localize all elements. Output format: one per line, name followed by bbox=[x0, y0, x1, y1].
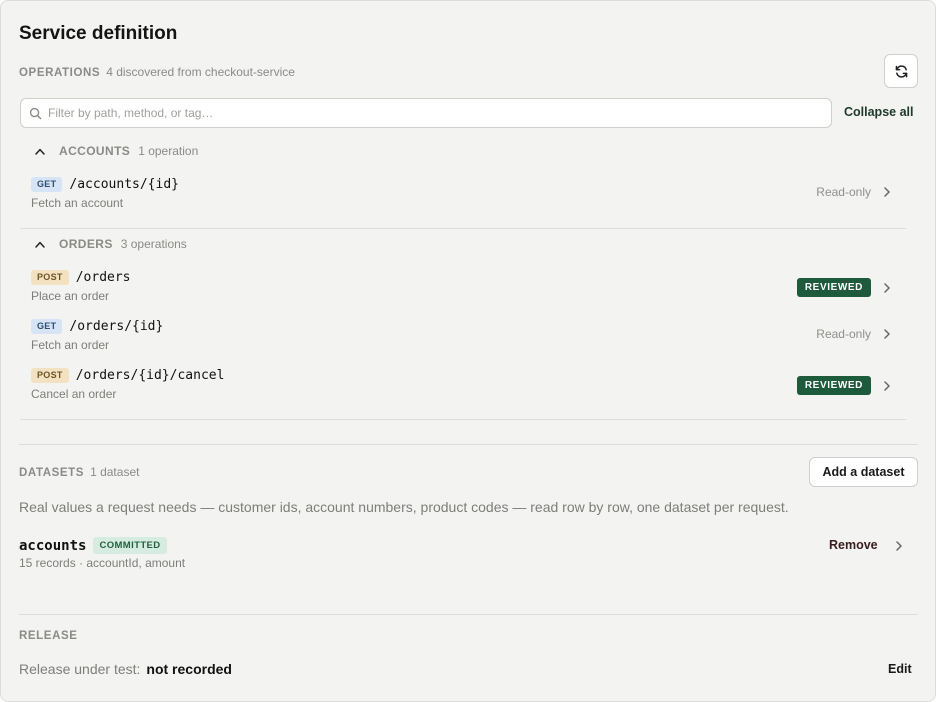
status-readonly: Read-only bbox=[816, 327, 871, 341]
chevron-right-icon[interactable] bbox=[883, 282, 891, 293]
datasets-header: DATASETS 1 dataset bbox=[19, 465, 139, 479]
chevron-right-icon[interactable] bbox=[895, 541, 903, 551]
operation-row[interactable]: GET /accounts/{id} Fetch an account Read… bbox=[31, 177, 901, 221]
chevron-right-icon[interactable] bbox=[883, 329, 891, 339]
group-name: ACCOUNTS bbox=[59, 144, 131, 158]
refresh-icon bbox=[895, 64, 907, 78]
search-icon bbox=[29, 107, 42, 119]
edit-release-button[interactable]: Edit bbox=[888, 662, 912, 676]
release-value: not recorded bbox=[146, 661, 232, 677]
method-badge: POST bbox=[31, 368, 69, 383]
datasets-description: Real values a request needs — customer i… bbox=[19, 499, 789, 515]
method-badge: POST bbox=[31, 270, 69, 285]
method-badge: GET bbox=[31, 177, 63, 192]
group-divider bbox=[20, 228, 906, 229]
refresh-button[interactable] bbox=[884, 54, 918, 88]
dataset-name: accounts bbox=[19, 537, 87, 554]
operations-meta: 4 discovered from checkout-service bbox=[106, 65, 295, 79]
datasets-label: DATASETS bbox=[19, 467, 85, 479]
operation-row[interactable]: GET /orders/{id} Fetch an order Read-onl… bbox=[31, 319, 901, 363]
operation-path: /orders bbox=[75, 270, 131, 285]
section-divider bbox=[19, 444, 918, 445]
remove-dataset-button[interactable]: Remove bbox=[829, 538, 878, 552]
operation-path: /orders/{id}/cancel bbox=[75, 368, 225, 383]
operation-description: Fetch an account bbox=[31, 196, 124, 210]
group-name: ORDERS bbox=[59, 237, 113, 251]
operation-row[interactable]: POST /orders Place an order REVIEWED bbox=[31, 270, 901, 314]
search-input[interactable] bbox=[48, 106, 808, 120]
collapse-all-button[interactable]: Collapse all bbox=[844, 105, 913, 119]
dataset-item[interactable]: accounts COMMITTED bbox=[19, 537, 167, 554]
status-readonly: Read-only bbox=[816, 185, 871, 199]
group-count: 1 operation bbox=[138, 144, 199, 158]
release-label: RELEASE bbox=[19, 630, 78, 642]
operations-header: OPERATIONS 4 discovered from checkout-se… bbox=[19, 65, 295, 79]
add-dataset-button[interactable]: Add a dataset bbox=[809, 457, 918, 487]
group-divider bbox=[20, 419, 906, 420]
status-reviewed-badge: REVIEWED bbox=[796, 376, 871, 395]
datasets-meta: 1 dataset bbox=[90, 465, 140, 479]
release-line: Release under test: not recorded bbox=[19, 661, 232, 677]
group-header-orders[interactable]: ORDERS 3 operations bbox=[35, 237, 187, 251]
operation-path: /orders/{id} bbox=[69, 319, 164, 334]
release-text: Release under test: bbox=[19, 661, 141, 677]
chevron-right-icon[interactable] bbox=[883, 187, 891, 197]
group-count: 3 operations bbox=[120, 237, 187, 251]
page-title: Service definition bbox=[19, 23, 178, 44]
chevron-up-icon bbox=[35, 241, 45, 248]
dataset-meta: 15 records · accountId, amount bbox=[19, 556, 186, 570]
operation-row[interactable]: POST /orders/{id}/cancel Cancel an order… bbox=[31, 368, 901, 412]
section-divider bbox=[19, 614, 918, 615]
operations-label: OPERATIONS bbox=[19, 67, 101, 79]
operation-description: Cancel an order bbox=[31, 387, 117, 401]
committed-badge: COMMITTED bbox=[93, 537, 167, 554]
operation-description: Fetch an order bbox=[31, 338, 110, 352]
chevron-up-icon bbox=[35, 148, 45, 155]
method-badge: GET bbox=[31, 319, 63, 334]
operation-path: /accounts/{id} bbox=[69, 177, 179, 192]
chevron-right-icon[interactable] bbox=[883, 380, 891, 391]
group-header-accounts[interactable]: ACCOUNTS 1 operation bbox=[35, 144, 198, 158]
service-definition-panel: Service definition OPERATIONS 4 discover… bbox=[0, 0, 936, 702]
operation-description: Place an order bbox=[31, 289, 110, 303]
search-field[interactable] bbox=[20, 98, 832, 128]
status-reviewed-badge: REVIEWED bbox=[796, 278, 871, 297]
